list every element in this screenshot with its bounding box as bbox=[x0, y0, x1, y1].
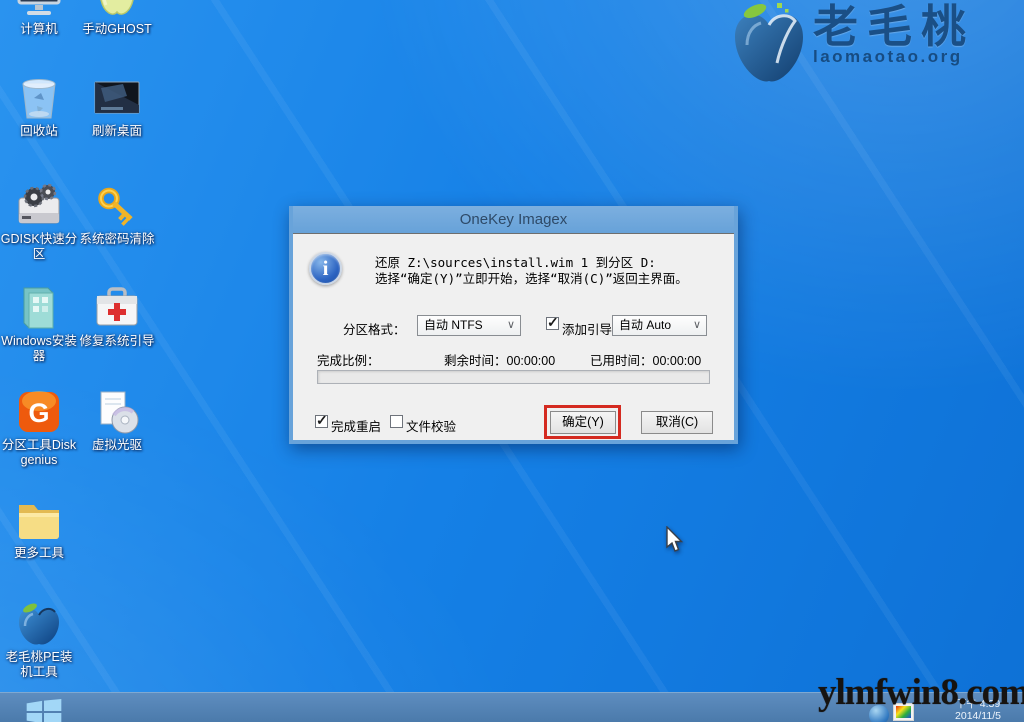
desktop-icon-label: 计算机 bbox=[0, 22, 78, 37]
desktop-icon-label: GDISK快速分区 bbox=[0, 232, 78, 262]
desktop-icon-virtual-cd[interactable]: 虚拟光驱 bbox=[78, 388, 156, 453]
remaining-time-label: 剩余时间： bbox=[444, 354, 507, 368]
verify-checkbox[interactable] bbox=[390, 415, 403, 428]
add-boot-checkbox[interactable] bbox=[546, 317, 559, 330]
restart-checkbox-label: 完成重启 bbox=[331, 416, 381, 435]
laomaotao-logo: 老毛桃 laomaotao.org bbox=[731, 1, 975, 91]
elapsed-time: 已用时间：00:00:00 bbox=[590, 350, 701, 369]
dialog-body: 还原 Z:\sources\install.wim 1 到分区 D: 选择“确定… bbox=[293, 233, 734, 440]
document-cd-icon bbox=[93, 388, 141, 436]
restart-checkbox[interactable] bbox=[315, 415, 328, 428]
computer-monitor-icon bbox=[15, 0, 63, 20]
diskgenius-g-icon: G bbox=[15, 388, 63, 436]
start-button-windows-icon[interactable] bbox=[26, 699, 62, 722]
gold-key-icon bbox=[93, 182, 141, 230]
laomaotao-peach-icon bbox=[731, 1, 807, 91]
elapsed-time-value: 00:00:00 bbox=[653, 354, 702, 368]
desktop-icon-manual-ghost[interactable]: 手动GHOST bbox=[78, 0, 156, 37]
desktop-icon-computer[interactable]: 计算机 bbox=[0, 0, 78, 37]
onekey-imagex-dialog: OneKey Imagex 还原 Z:\sources\install.wim … bbox=[289, 206, 738, 444]
desktop-icon-label: 手动GHOST bbox=[78, 22, 156, 37]
desktop-icon-refresh-desktop[interactable]: 刷新桌面 bbox=[78, 74, 156, 139]
ok-button[interactable]: 确定(Y) bbox=[550, 411, 616, 434]
desktop-icon-label: 更多工具 bbox=[0, 546, 78, 561]
desktop-icon-label: 系统密码清除 bbox=[78, 232, 156, 247]
desktop-icon-repair-boot[interactable]: 修复系统引导 bbox=[78, 284, 156, 349]
dialog-message: 还原 Z:\sources\install.wim 1 到分区 D: 选择“确定… bbox=[375, 255, 720, 287]
progress-bar bbox=[317, 370, 710, 384]
disk-gears-icon bbox=[15, 182, 63, 230]
logo-site-url: laomaotao.org bbox=[813, 47, 975, 67]
desktop-icon-label: 回收站 bbox=[0, 124, 78, 139]
folder-icon bbox=[15, 496, 63, 544]
message-line2: 选择“确定(Y)”立即开始，选择“取消(C)”返回主界面。 bbox=[375, 271, 720, 287]
partition-format-label: 分区格式： bbox=[343, 319, 406, 338]
message-line1: 还原 Z:\sources\install.wim 1 到分区 D: bbox=[375, 255, 720, 271]
recycle-bin-icon bbox=[15, 74, 63, 122]
desktop-icon-label: 老毛桃PE装机工具 bbox=[0, 650, 78, 680]
refresh-desktop-icon bbox=[93, 74, 141, 122]
dialog-titlebar[interactable]: OneKey Imagex bbox=[293, 206, 734, 233]
blue-peach-icon bbox=[15, 600, 63, 648]
ghost-icon bbox=[93, 0, 141, 20]
desktop-icon-recycle-bin[interactable]: 回收站 bbox=[0, 74, 78, 139]
first-aid-kit-icon bbox=[93, 284, 141, 332]
desktop-icon-label: 虚拟光驱 bbox=[78, 438, 156, 453]
progress-percent-label: 完成比例： bbox=[317, 350, 380, 369]
installer-book-icon bbox=[15, 284, 63, 332]
desktop-icon-password-clear[interactable]: 系统密码清除 bbox=[78, 182, 156, 247]
svg-text:G: G bbox=[28, 398, 49, 428]
desktop-icon-label: 修复系统引导 bbox=[78, 334, 156, 349]
desktop-icon-gdisk-partition[interactable]: GDISK快速分区 bbox=[0, 182, 78, 262]
mouse-cursor-icon bbox=[664, 526, 684, 554]
cancel-button[interactable]: 取消(C) bbox=[641, 411, 713, 434]
partition-format-dropdown[interactable]: 自动 NTFS bbox=[417, 315, 521, 336]
desktop-icon-label: Windows安装器 bbox=[0, 334, 78, 364]
desktop-icon-laomaotao-pe[interactable]: 老毛桃PE装机工具 bbox=[0, 600, 78, 680]
desktop-icon-label: 分区工具Diskgenius bbox=[0, 438, 78, 468]
info-icon bbox=[309, 252, 342, 285]
desktop-icon-label: 刷新桌面 bbox=[78, 124, 156, 139]
remaining-time-value: 00:00:00 bbox=[507, 354, 556, 368]
add-boot-label: 添加引导 bbox=[562, 319, 612, 338]
desktop-icon-diskgenius[interactable]: G 分区工具Diskgenius bbox=[0, 388, 78, 468]
logo-title: 老毛桃 bbox=[813, 1, 975, 53]
desktop-icon-more-tools[interactable]: 更多工具 bbox=[0, 496, 78, 561]
verify-checkbox-label: 文件校验 bbox=[406, 416, 456, 435]
watermark-text: ylmfwin8.com bbox=[818, 671, 1024, 714]
add-boot-dropdown[interactable]: 自动 Auto bbox=[612, 315, 707, 336]
desktop-icon-windows-installer[interactable]: Windows安装器 bbox=[0, 284, 78, 364]
remaining-time: 剩余时间：00:00:00 bbox=[444, 350, 555, 369]
elapsed-time-label: 已用时间： bbox=[590, 354, 653, 368]
